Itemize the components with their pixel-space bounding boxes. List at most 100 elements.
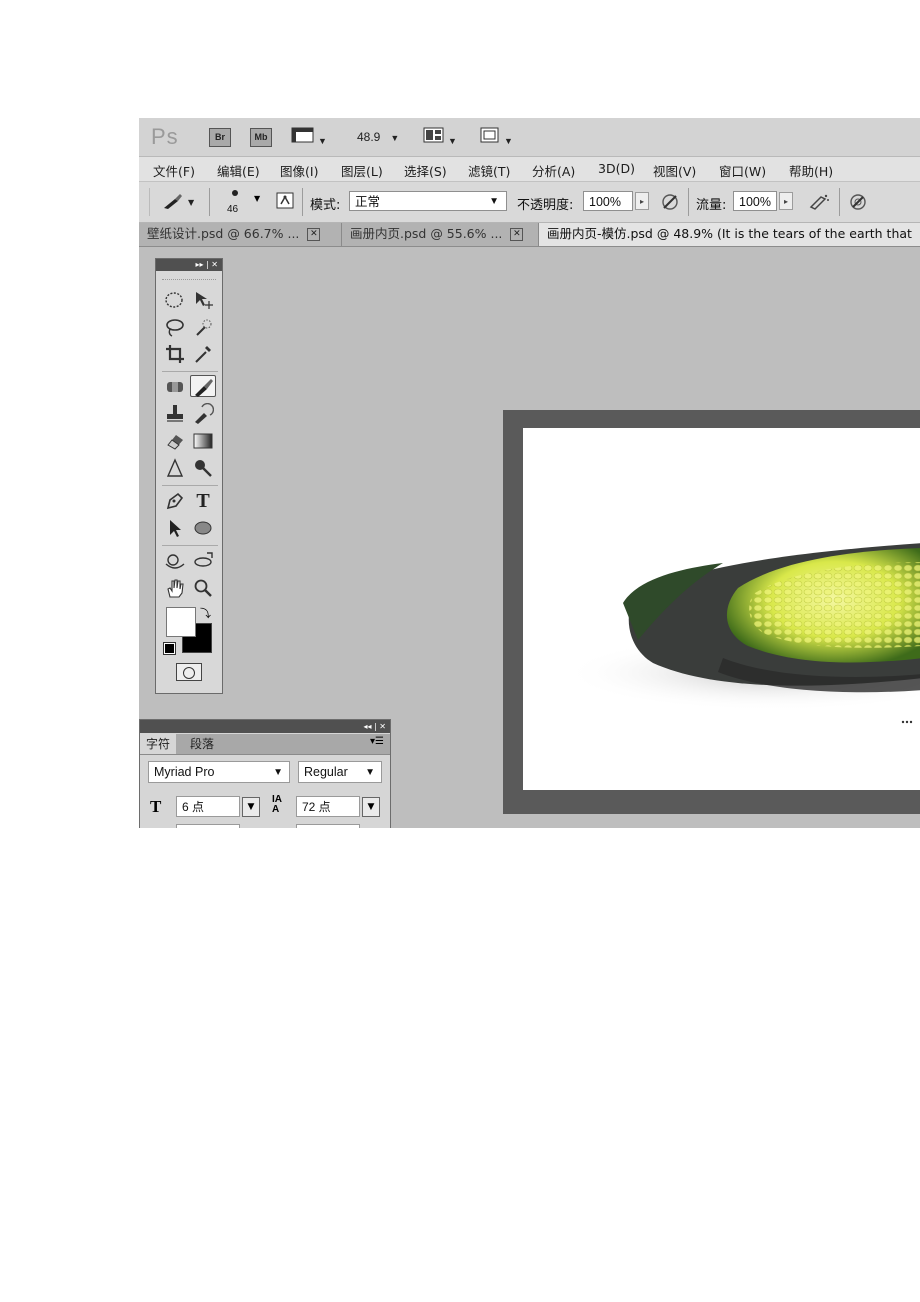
healing-icon[interactable] — [162, 376, 188, 398]
menu-3d[interactable]: 3D(D) — [598, 161, 635, 176]
font-style-value: Regular — [304, 765, 348, 779]
type-icon[interactable]: T — [190, 490, 216, 512]
dodge-icon[interactable] — [190, 457, 216, 479]
tab-title: 画册内页.psd @ 55.6% ... — [350, 226, 503, 241]
close-icon[interactable]: ✕ — [510, 228, 524, 241]
menu-filter[interactable]: 滤镜(T) — [468, 161, 510, 180]
tracking-input[interactable] — [176, 824, 240, 828]
opacity-slider-button[interactable]: ▸ — [635, 192, 649, 210]
chevron-down-icon: ▼ — [273, 767, 283, 778]
corn-illustration — [563, 543, 920, 724]
swap-colors-icon[interactable]: ⤵ — [200, 605, 211, 621]
view-extras-button[interactable]: ▼ — [291, 126, 327, 146]
blur-icon[interactable] — [162, 457, 188, 479]
menu-edit[interactable]: 编辑(E) — [217, 161, 260, 180]
3d-rotate-icon[interactable] — [162, 550, 188, 572]
font-size-icon: T — [150, 797, 162, 816]
tab-wallpaper-design[interactable]: 壁纸设计.psd @ 66.7% ... ✕ — [139, 223, 342, 246]
tab-title: 画册内页-模仿.psd @ 48.9% (It is the tears of … — [547, 226, 912, 241]
options-grip — [149, 188, 150, 216]
leading-dropdown-button[interactable]: ▼ — [362, 797, 380, 817]
zoom-icon[interactable] — [190, 577, 216, 599]
font-style-dropdown[interactable]: Regular ▼ — [298, 761, 382, 783]
close-icon[interactable]: ✕ — [307, 228, 321, 241]
zoom-level[interactable]: 48.9 ▼ — [357, 130, 399, 148]
stamp-icon[interactable] — [162, 403, 188, 425]
font-size-value: 6 点 — [182, 800, 205, 814]
document-canvas-area[interactable] — [503, 410, 920, 814]
tab-title: 壁纸设计.psd @ 66.7% ... — [147, 226, 300, 241]
move-icon[interactable] — [190, 289, 216, 311]
tablet-size-button[interactable] — [847, 191, 869, 218]
brush-size-value: 46 — [227, 204, 239, 215]
tools-panel-header[interactable]: ▸▸ | ✕ — [156, 259, 222, 271]
kerning-input[interactable] — [296, 824, 360, 828]
default-colors-icon[interactable] — [164, 643, 175, 654]
mini-bridge-button[interactable]: Mb — [250, 128, 272, 147]
tab-brochure-page[interactable]: 画册内页.psd @ 55.6% ... ✕ — [342, 223, 539, 246]
font-size-input[interactable]: 6 点 — [176, 796, 240, 817]
hand-icon[interactable] — [162, 577, 188, 599]
brush-size-picker[interactable]: 46 ▼ — [225, 188, 260, 218]
flow-slider-button[interactable]: ▸ — [779, 192, 793, 210]
brush-preset-picker[interactable]: ▼ — [161, 191, 197, 216]
font-family-value: Myriad Pro — [154, 765, 215, 779]
film-icon — [291, 127, 314, 143]
menu-select[interactable]: 选择(S) — [404, 161, 447, 180]
history-brush-icon[interactable] — [190, 402, 216, 425]
options-separator — [839, 188, 840, 216]
brush-tip-icon — [232, 190, 238, 196]
tablet-opacity-button[interactable] — [659, 191, 681, 218]
document-canvas[interactable] — [523, 428, 920, 790]
tab-character[interactable]: 字符 — [140, 734, 177, 754]
menu-bar: 文件(F) 编辑(E) 图像(I) 图层(L) 选择(S) 滤镜(T) 分析(A… — [139, 157, 920, 182]
menu-view[interactable]: 视图(V) — [653, 161, 696, 180]
brush-panel-toggle[interactable] — [275, 191, 295, 216]
flow-input[interactable]: 100% — [733, 191, 777, 211]
menu-layer[interactable]: 图层(L) — [341, 161, 383, 180]
panel-menu-icon[interactable]: ▾☰ — [370, 736, 384, 747]
menu-analysis[interactable]: 分析(A) — [532, 161, 575, 180]
chevron-down-icon: ▼ — [365, 767, 375, 778]
leading-input[interactable]: 72 点 — [296, 796, 360, 817]
airbrush-button[interactable] — [807, 191, 831, 218]
font-size-dropdown-button[interactable]: ▼ — [242, 797, 260, 817]
eraser-icon[interactable] — [162, 430, 188, 452]
font-family-dropdown[interactable]: Myriad Pro ▼ — [148, 761, 290, 783]
menu-window[interactable]: 窗口(W) — [719, 161, 766, 180]
magic-wand-icon[interactable] — [190, 316, 216, 338]
color-swatches: ⤵ — [164, 605, 214, 655]
quick-mask-icon[interactable] — [176, 663, 202, 681]
pen-icon[interactable] — [162, 490, 188, 512]
gradient-icon[interactable] — [190, 430, 216, 452]
options-separator — [209, 188, 210, 216]
menu-help[interactable]: 帮助(H) — [789, 161, 833, 180]
chevron-down-icon: ▼ — [254, 194, 261, 203]
options-separator — [688, 188, 689, 216]
tools-separator — [162, 485, 218, 486]
panel-grip[interactable] — [162, 273, 216, 280]
foreground-color-swatch[interactable] — [166, 607, 196, 637]
mode-dropdown[interactable]: 正常 ▼ — [349, 191, 507, 211]
arrange-documents-button[interactable]: ▼ — [423, 126, 457, 146]
tab-paragraph[interactable]: 段落 — [184, 734, 220, 754]
screen-mode-button[interactable]: ▼ — [479, 126, 513, 146]
brush-tool-icon[interactable] — [190, 375, 216, 397]
menu-image[interactable]: 图像(I) — [280, 161, 318, 180]
ellipse-icon[interactable] — [190, 517, 216, 539]
3d-orbit-icon[interactable] — [190, 550, 216, 572]
opacity-input[interactable]: 100% — [583, 191, 633, 211]
photoshop-window: Ps Br Mb ▼ 48.9 ▼ ▼ ▼ 文件(F) 编辑(E) 图像(I) 图… — [139, 118, 920, 828]
crop-icon[interactable] — [162, 343, 188, 365]
options-bar: ▼ 46 ▼ 模式: 正常 ▼ 不透明度: 100% ▸ 流量: 100% ▸ — [139, 182, 920, 223]
eyedropper-icon[interactable] — [190, 343, 216, 365]
marquee-icon[interactable] — [162, 289, 188, 311]
path-select-icon[interactable] — [162, 517, 188, 539]
menu-file[interactable]: 文件(F) — [153, 161, 195, 180]
pressure-opacity-icon — [662, 194, 678, 210]
character-panel-header[interactable]: ◂◂ | ✕ — [140, 720, 390, 733]
lasso-icon[interactable] — [162, 316, 188, 338]
tab-brochure-page-imitation[interactable]: 画册内页-模仿.psd @ 48.9% (It is the tears of … — [539, 223, 920, 246]
bridge-button[interactable]: Br — [209, 128, 231, 147]
pressure-size-icon — [850, 194, 866, 210]
